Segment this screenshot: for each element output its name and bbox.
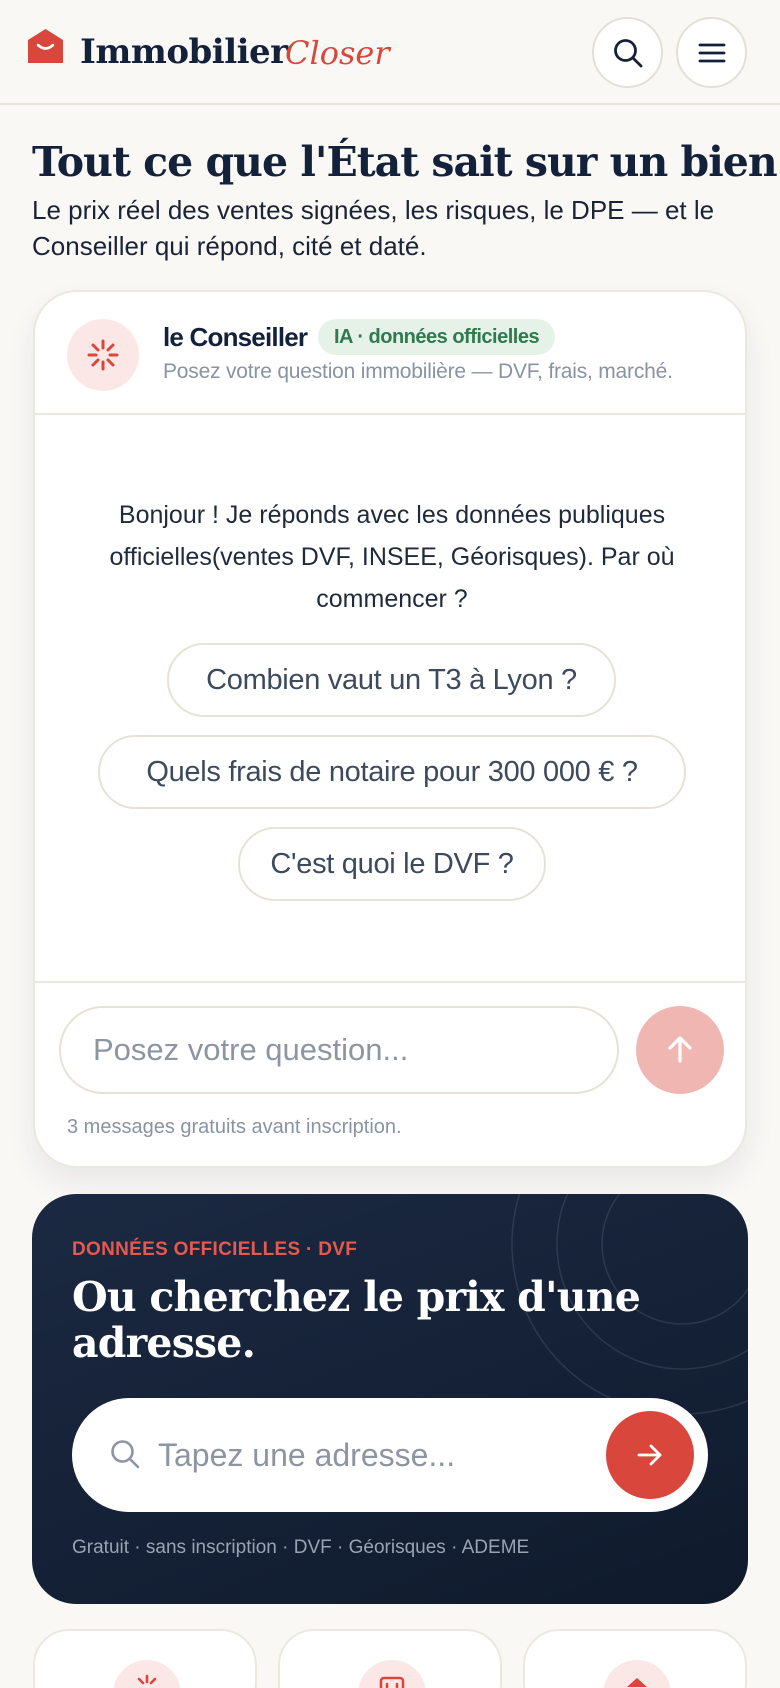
page-subtitle: Le prix réel des ventes signées, les ris… xyxy=(32,195,715,261)
search-icon xyxy=(111,1440,140,1469)
search-button[interactable] xyxy=(592,17,663,88)
spark-icon xyxy=(87,339,119,371)
address-search-card: DONNÉES OFFICIELLES · DVF Ou cherchez le… xyxy=(32,1194,748,1604)
address-sources: Gratuit · sans inscription · DVF · Géori… xyxy=(72,1537,530,1558)
suggestion-chip[interactable]: Combien vaut un T3 à Lyon ? xyxy=(167,643,616,717)
search-icon xyxy=(613,38,642,67)
address-kicker: DONNÉES OFFICIELLES · DVF xyxy=(72,1239,358,1260)
calendar-icon xyxy=(379,1676,405,1688)
advisor-chat-card: le Conseiller IA · données officielles P… xyxy=(33,290,747,1168)
arrow-up-icon xyxy=(668,1036,692,1063)
address-input[interactable] xyxy=(158,1420,558,1490)
page-title: Tout ce que l'État sait sur un bien. xyxy=(32,138,780,186)
address-submit-button[interactable] xyxy=(606,1411,694,1499)
brand-accent: Closer xyxy=(285,34,390,72)
greeting-message: Bonjour ! Je réponds avec les données pu… xyxy=(109,501,675,613)
top-header: Immobilier Closer xyxy=(0,0,780,105)
composer-divider xyxy=(35,981,745,983)
quota-note: 3 messages gratuits avant inscription. xyxy=(67,1116,402,1138)
feature-icon-wrap xyxy=(113,1660,181,1688)
feature-card[interactable] xyxy=(33,1629,257,1688)
chat-header: le Conseiller IA · données officielles P… xyxy=(35,292,745,415)
menu-button[interactable] xyxy=(676,17,747,88)
suggestion-chip[interactable]: Quels frais de notaire pour 300 000 € ? xyxy=(98,735,686,809)
ai-badge: IA · données officielles xyxy=(318,319,556,355)
feature-card[interactable] xyxy=(278,1629,502,1688)
feature-icon-wrap xyxy=(603,1660,671,1688)
house-icon[interactable] xyxy=(27,28,64,64)
question-input[interactable] xyxy=(59,1006,619,1094)
suggestion-chip[interactable]: C'est quoi le DVF ? xyxy=(238,827,546,901)
advisor-name: le Conseiller xyxy=(163,322,308,352)
feature-card[interactable] xyxy=(523,1629,747,1688)
advisor-subtitle: Posez votre question immobilière — DVF, … xyxy=(163,360,673,383)
brand-name[interactable]: Immobilier xyxy=(80,32,288,72)
spark-icon xyxy=(137,1674,157,1685)
feature-icon-wrap xyxy=(358,1660,426,1688)
arrow-right-icon xyxy=(637,1444,662,1466)
send-button[interactable] xyxy=(636,1006,724,1094)
address-title: Ou cherchez le prix d'une adresse. xyxy=(72,1273,641,1367)
advisor-avatar xyxy=(67,319,139,391)
address-search-bar xyxy=(72,1398,708,1512)
menu-icon xyxy=(698,43,725,62)
house-icon xyxy=(627,1678,647,1687)
